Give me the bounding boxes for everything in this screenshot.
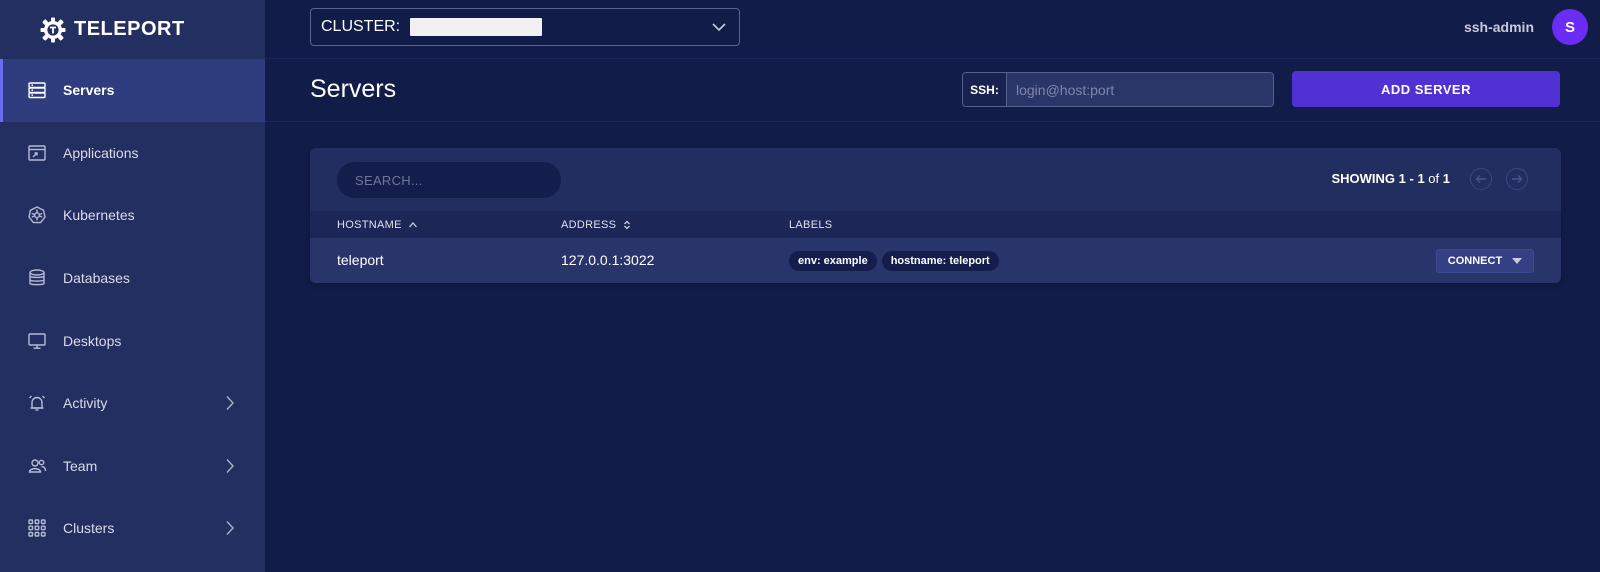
next-page-button[interactable] [1506,168,1528,190]
label-chip: hostname: teleport [881,251,999,271]
servers-table-card: SHOWING 1 - 1 of 1 HOSTNAME ADDRESS LABE… [310,148,1561,283]
sidebar-item-servers[interactable]: Servers [0,59,265,122]
search-input[interactable] [337,162,561,198]
brand-logo[interactable]: TELEPORT [0,0,265,59]
table-row: teleport 127.0.0.1:3022 env: example hos… [310,238,1561,283]
database-icon [26,267,48,289]
ssh-label: SSH: [963,73,1007,106]
cluster-value [410,18,543,36]
kubernetes-icon [26,204,48,226]
chevron-right-icon [225,458,235,474]
sidebar-item-label: Desktops [63,332,122,349]
top-bar: CLUSTER: ssh-admin S [265,0,1600,59]
user-menu-name[interactable]: ssh-admin [1464,19,1534,35]
sidebar-item-label: Clusters [63,520,115,537]
cluster-label: CLUSTER: [321,18,401,35]
sidebar: TELEPORT Servers Applications Kubernetes… [0,0,265,572]
column-hostname[interactable]: HOSTNAME [337,219,418,231]
connect-button[interactable]: CONNECT [1436,249,1534,273]
cluster-selector[interactable]: CLUSTER: [310,8,740,46]
page-title: Servers [310,75,397,103]
showing-range: 1 - 1 [1398,171,1425,186]
bell-icon [26,392,48,414]
column-label: LABELS [789,219,833,231]
page-header: Servers SSH: ADD SERVER [265,59,1600,122]
sidebar-item-label: Databases [63,270,130,287]
arrow-right-icon [1512,175,1523,183]
column-labels: LABELS [789,219,832,231]
label-chip: env: example [789,251,877,271]
sidebar-item-activity[interactable]: Activity [0,372,265,435]
table-header: HOSTNAME ADDRESS LABELS [310,211,1561,238]
pagination-info: SHOWING 1 - 1 of 1 [1331,171,1450,186]
sidebar-item-label: Kubernetes [63,207,135,224]
sidebar-item-team[interactable]: Team [0,435,265,498]
arrow-left-icon [1475,175,1486,183]
grid-icon [26,517,48,539]
sort-icon [624,220,631,230]
column-label: HOSTNAME [337,219,402,231]
sort-ascending-icon [408,222,417,228]
application-icon [26,142,48,164]
chevron-down-icon [711,20,727,34]
brand-name: TELEPORT [74,18,185,40]
sidebar-item-label: Applications [63,144,139,161]
column-label: ADDRESS [561,219,617,231]
cell-hostname: teleport [337,252,384,268]
desktop-icon [26,330,48,352]
sidebar-item-databases[interactable]: Databases [0,247,265,310]
cell-address: 127.0.0.1:3022 [561,252,655,268]
showing-of: of [1428,171,1440,186]
chevron-right-icon [225,520,235,536]
add-server-button[interactable]: ADD SERVER [1292,71,1560,107]
column-address[interactable]: ADDRESS [561,219,632,231]
avatar[interactable]: S [1552,9,1588,45]
sidebar-item-desktops[interactable]: Desktops [0,309,265,372]
showing-prefix: SHOWING [1331,171,1396,186]
sidebar-item-kubernetes[interactable]: Kubernetes [0,184,265,247]
server-icon [26,79,48,101]
sidebar-item-applications[interactable]: Applications [0,122,265,185]
caret-down-icon [1512,258,1523,264]
sidebar-item-label: Activity [63,395,108,412]
sidebar-item-label: Servers [63,82,115,99]
ssh-login-input[interactable] [1007,73,1273,106]
connect-label: CONNECT [1447,255,1503,267]
cell-labels: env: example hostname: teleport [789,251,999,271]
previous-page-button[interactable] [1470,168,1492,190]
sidebar-item-label: Team [63,457,98,474]
ssh-login-box: SSH: [962,72,1274,107]
teleport-logo-icon [40,17,66,42]
chevron-right-icon [225,395,235,411]
showing-total: 1 [1442,171,1450,186]
team-icon [26,455,48,477]
sidebar-item-clusters[interactable]: Clusters [0,497,265,560]
